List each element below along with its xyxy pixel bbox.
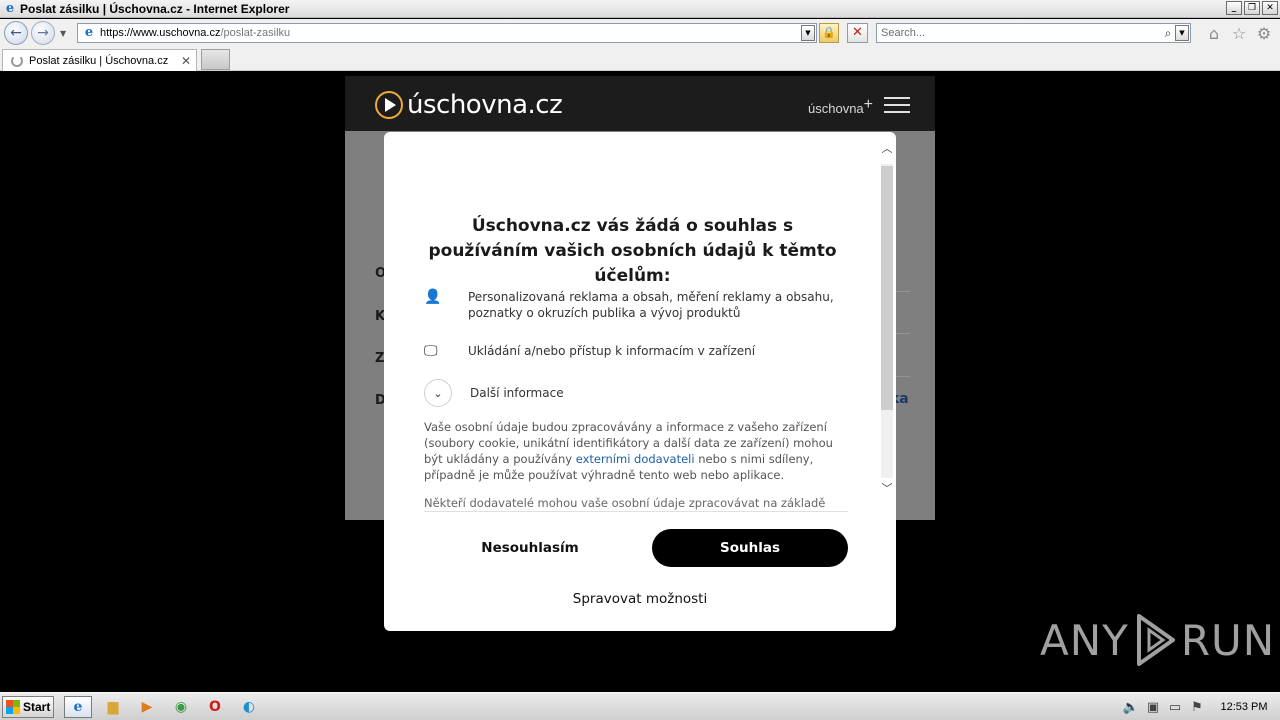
taskbar-edge[interactable]: ◐ xyxy=(235,696,263,718)
watermark-play-icon xyxy=(1136,614,1175,666)
home-icon[interactable]: ⌂ xyxy=(1205,25,1223,43)
restore-button[interactable]: ❐ xyxy=(1244,1,1260,15)
uschovna-plus-link[interactable]: úschovna+ xyxy=(808,96,873,116)
modal-scrollbar[interactable]: ︿ ﹀ xyxy=(880,142,894,512)
purpose-text: Personalizovaná reklama a obsah, měření … xyxy=(468,290,834,320)
logo-play-icon xyxy=(375,91,403,119)
taskbar-opera[interactable]: O xyxy=(201,696,229,718)
taskbar-chrome[interactable]: ◉ xyxy=(167,696,195,718)
site-logo[interactable]: úschovna.cz xyxy=(375,90,563,120)
windows-logo-icon xyxy=(6,700,20,714)
opera-icon: O xyxy=(209,699,221,715)
page-content: úschovna.cz úschovna+ O K Z D ka Úschovn… xyxy=(0,72,1280,692)
purpose-item: 👤 Personalizovaná reklama a obsah, měřen… xyxy=(424,289,838,321)
new-tab-button[interactable] xyxy=(201,49,230,70)
accept-button[interactable]: Souhlas xyxy=(652,529,848,567)
watermark-text-right: RUN xyxy=(1180,615,1276,665)
anyrun-watermark: ANY RUN xyxy=(1040,612,1275,668)
navigation-bar: ← → ▼ e https://www.uschovna.cz/poslat-z… xyxy=(0,19,1280,48)
tab-title: Poslat zásilku | Úschovna.cz xyxy=(29,54,169,67)
devices-icon: 🖵 xyxy=(424,343,438,359)
system-clock[interactable]: 12:53 PM xyxy=(1208,701,1280,713)
window-controls: _ ❐ ✕ xyxy=(1226,1,1278,15)
address-dropdown-button[interactable]: ▼ xyxy=(801,25,815,41)
watermark-text-left: ANY xyxy=(1040,615,1129,665)
scroll-down-icon[interactable]: ﹀ xyxy=(880,482,894,496)
chrome-icon: ◉ xyxy=(174,699,188,715)
menu-hamburger-icon[interactable] xyxy=(884,97,910,113)
window-title: Poslat zásilku | Úschovna.cz - Internet … xyxy=(20,1,290,16)
action-center-flag-icon[interactable]: ⚑ xyxy=(1186,700,1208,715)
taskbar-media-player[interactable]: ▶ xyxy=(133,696,161,718)
search-input[interactable] xyxy=(877,25,1161,41)
windows-taskbar: Start e ▆ ▶ ◉ O ◐ 🔈 ▣ ▭ ⚑ 12:53 PM xyxy=(0,692,1280,720)
taskbar-internet-explorer[interactable]: e xyxy=(64,696,92,718)
network-icon[interactable]: ▣ xyxy=(1142,700,1164,715)
display-icon[interactable]: ▭ xyxy=(1164,700,1186,715)
start-button[interactable]: Start xyxy=(2,696,54,718)
purpose-item: 🖵 Ukládání a/nebo přístup k informacím v… xyxy=(424,343,838,359)
taskbar-file-explorer[interactable]: ▆ xyxy=(99,696,127,718)
person-icon: 👤 xyxy=(424,289,442,305)
consent-description-more: Někteří dodavatelé mohou vaše osobní úda… xyxy=(424,496,826,510)
logo-text: úschovna.cz xyxy=(407,90,563,120)
settings-gear-icon[interactable]: ⚙ xyxy=(1255,25,1273,43)
search-provider-dropdown[interactable]: ▼ xyxy=(1175,25,1189,41)
close-window-button[interactable]: ✕ xyxy=(1262,1,1278,15)
favorites-star-icon[interactable]: ☆ xyxy=(1230,25,1248,43)
edge-icon: ◐ xyxy=(242,699,256,715)
scrollbar-thumb[interactable] xyxy=(881,166,893,410)
arrow-right-icon: → xyxy=(37,25,49,41)
address-bar[interactable]: e https://www.uschovna.cz/poslat-zasilku… xyxy=(77,23,817,43)
media-player-icon: ▶ xyxy=(141,699,153,715)
security-lock-icon[interactable]: 🔒 xyxy=(819,23,839,43)
consent-scroll-area[interactable]: Úschovna.cz vás žádá o souhlas s používá… xyxy=(384,132,879,512)
tab-bar: Poslat zásilku | Úschovna.cz ✕ xyxy=(0,48,1280,71)
system-tray: 🔈 ▣ ▭ ⚑ 12:53 PM xyxy=(1120,695,1280,719)
decline-button[interactable]: Nesouhlasím xyxy=(424,529,636,567)
consent-description: Vaše osobní údaje budou zpracovávány a i… xyxy=(424,420,833,482)
scroll-up-icon[interactable]: ︿ xyxy=(880,142,894,156)
chevron-down-icon[interactable]: ⌄ xyxy=(424,379,452,407)
purpose-text: Ukládání a/nebo přístup k informacím v z… xyxy=(468,344,756,358)
internet-explorer-icon: e xyxy=(5,1,15,16)
tab-poslat-zasilku[interactable]: Poslat zásilku | Úschovna.cz ✕ xyxy=(2,49,197,71)
recent-pages-dropdown[interactable]: ▼ xyxy=(60,29,66,38)
folder-icon: ▆ xyxy=(107,699,119,715)
internet-explorer-icon: e xyxy=(73,699,83,715)
minimize-button[interactable]: _ xyxy=(1226,1,1242,15)
start-label: Start xyxy=(23,700,51,714)
consent-dialog: Úschovna.cz vás žádá o souhlas s používá… xyxy=(384,132,896,631)
scroll-fade-divider xyxy=(424,511,848,512)
forward-button[interactable]: → xyxy=(31,21,55,45)
site-header: úschovna.cz úschovna+ xyxy=(345,76,935,131)
stop-button[interactable]: ✕ xyxy=(847,23,868,43)
close-tab-icon[interactable]: ✕ xyxy=(181,54,191,68)
window-title-bar: e Poslat zásilku | Úschovna.cz - Interne… xyxy=(0,0,1280,18)
back-button[interactable]: ← xyxy=(4,21,28,45)
more-info-toggle[interactable]: ⌄ Další informace xyxy=(424,379,564,407)
page-favicon-icon: e xyxy=(84,25,94,40)
more-info-label: Další informace xyxy=(470,386,564,400)
volume-icon[interactable]: 🔈 xyxy=(1120,700,1142,715)
search-box[interactable]: ⌕ ▼ xyxy=(876,23,1191,43)
manage-options-button[interactable]: Spravovat možnosti xyxy=(540,584,740,614)
consent-title: Úschovna.cz vás žádá o souhlas s používá… xyxy=(428,216,837,286)
arrow-left-icon: ← xyxy=(10,25,22,41)
search-icon[interactable]: ⌕ xyxy=(1161,26,1175,41)
address-url[interactable]: https://www.uschovna.cz/poslat-zasilku xyxy=(100,27,290,39)
vendors-link[interactable]: externími dodavateli xyxy=(576,452,695,466)
loading-spinner-icon xyxy=(11,54,23,67)
